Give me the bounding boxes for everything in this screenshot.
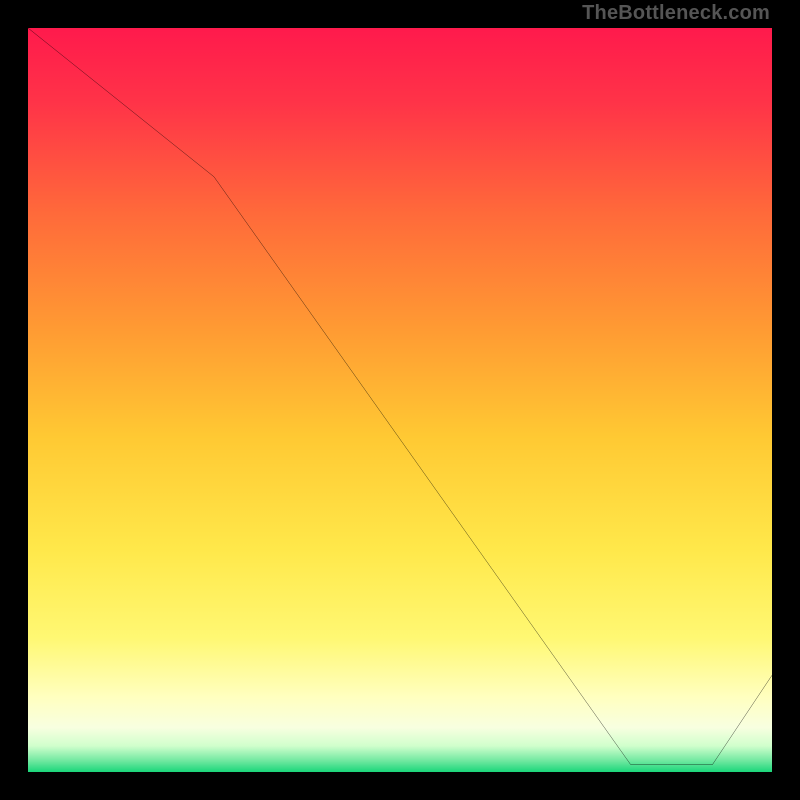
plot-area bbox=[28, 28, 772, 772]
watermark-text: TheBottleneck.com bbox=[582, 2, 770, 25]
curve-line bbox=[28, 28, 772, 765]
line-layer bbox=[28, 28, 772, 772]
chart-frame: TheBottleneck.com bbox=[0, 0, 800, 800]
